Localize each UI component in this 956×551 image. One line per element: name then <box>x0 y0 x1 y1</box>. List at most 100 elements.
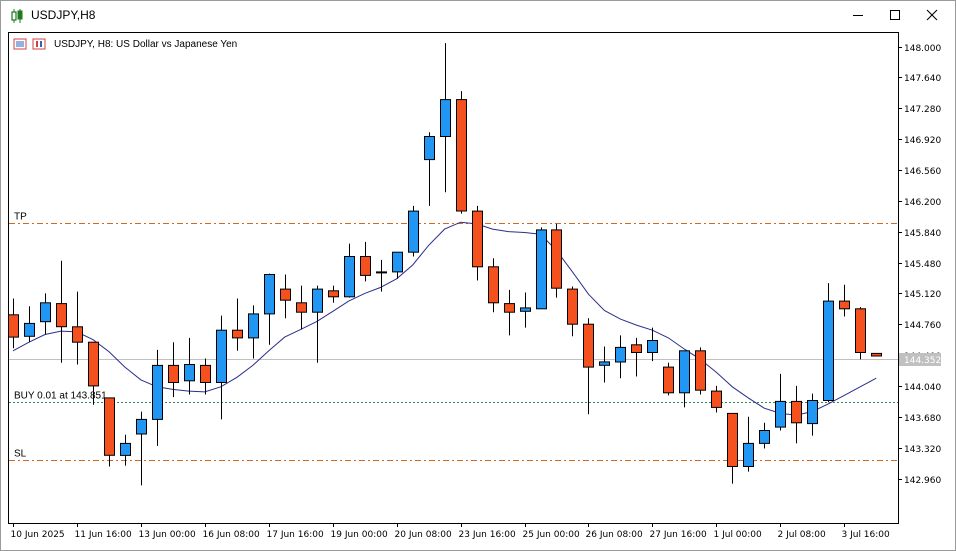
candle[interactable] <box>695 347 706 395</box>
candle[interactable] <box>312 285 323 363</box>
x-tick-label: 20 Jun 08:00 <box>395 530 452 540</box>
candle-body <box>839 300 850 310</box>
candle[interactable] <box>280 274 291 319</box>
candle[interactable] <box>663 362 674 396</box>
candle[interactable] <box>583 318 594 415</box>
minimize-button[interactable] <box>841 1 875 32</box>
candle-body <box>168 364 179 383</box>
candle[interactable] <box>104 397 115 467</box>
candle[interactable] <box>743 416 754 472</box>
candle[interactable] <box>839 284 850 317</box>
candle-body <box>456 99 467 212</box>
candle[interactable] <box>328 285 339 303</box>
candle[interactable] <box>456 91 467 214</box>
candle[interactable] <box>520 292 531 328</box>
candle-body <box>791 400 802 424</box>
candle[interactable] <box>855 307 866 360</box>
candle[interactable] <box>807 393 818 436</box>
candle[interactable] <box>472 205 483 281</box>
candle[interactable] <box>56 260 67 363</box>
y-tick-label: 146.920 <box>904 136 941 146</box>
candle[interactable] <box>232 298 243 351</box>
chart-list-icon <box>13 38 27 50</box>
candle[interactable] <box>360 241 371 282</box>
candle[interactable] <box>248 305 259 359</box>
candle[interactable] <box>376 259 387 292</box>
candle-body <box>711 390 722 408</box>
candle[interactable] <box>615 335 626 379</box>
candle[interactable] <box>504 289 515 336</box>
candle[interactable] <box>536 227 547 310</box>
y-tick-label: 146.200 <box>904 198 941 208</box>
tp-level-label: TP <box>14 212 27 223</box>
candle[interactable] <box>727 412 738 484</box>
candle[interactable] <box>775 373 786 431</box>
candle-body <box>216 329 227 384</box>
x-tick-label: 10 Jun 2025 <box>11 530 65 540</box>
candle-body <box>376 271 387 274</box>
price-chart[interactable]: TPSLBUY 0.01 at 143.851 148.000147.64014… <box>8 32 949 550</box>
candle[interactable] <box>647 327 658 362</box>
candle[interactable] <box>679 350 690 408</box>
candle[interactable] <box>24 306 35 343</box>
candle-body <box>520 307 531 312</box>
candle-body <box>855 308 866 353</box>
candle-body <box>248 313 259 339</box>
title-bar[interactable]: USDJPY,H8 <box>1 1 955 32</box>
x-tick-label: 26 Jun 08:00 <box>586 530 643 540</box>
candle[interactable] <box>631 337 642 377</box>
candle[interactable] <box>871 352 882 357</box>
candle-body <box>152 364 163 420</box>
candle-body <box>536 229 547 310</box>
candle[interactable] <box>823 283 834 403</box>
y-tick-label: 145.120 <box>904 290 941 300</box>
candle[interactable] <box>136 411 147 486</box>
candle-body <box>647 340 658 353</box>
candle-body <box>296 302 307 313</box>
candle-body <box>120 442 131 456</box>
candle[interactable] <box>216 315 227 420</box>
candle[interactable] <box>184 337 195 395</box>
candle-body <box>504 303 515 313</box>
chart-header-text: USDJPY, H8: US Dollar vs Japanese Yen <box>54 39 237 50</box>
candle[interactable] <box>40 293 51 335</box>
maximize-button[interactable] <box>878 1 912 32</box>
x-tick-label: 3 Jul 16:00 <box>842 530 891 540</box>
candle-body <box>440 99 451 137</box>
candle-body <box>360 256 371 276</box>
candle-body <box>184 364 195 382</box>
x-tick-label: 19 Jun 00:00 <box>331 530 388 540</box>
close-icon <box>926 8 938 26</box>
candle-body <box>679 350 690 394</box>
candle[interactable] <box>711 385 722 413</box>
candle-body <box>264 274 275 315</box>
candle[interactable] <box>599 346 610 383</box>
candle[interactable] <box>759 422 770 449</box>
candle[interactable] <box>344 243 355 298</box>
candle-body <box>583 323 594 368</box>
candle[interactable] <box>8 298 19 349</box>
candle[interactable] <box>264 273 275 345</box>
candle[interactable] <box>791 385 802 444</box>
candle[interactable] <box>72 291 83 365</box>
y-tick-label: 143.680 <box>904 414 941 424</box>
y-tick-label: 143.320 <box>904 445 941 455</box>
candle[interactable] <box>152 349 163 446</box>
chart-area[interactable]: TP SL BUY 0.01 at 143.851 148.000 147.640 14… <box>8 32 949 550</box>
candle[interactable] <box>551 223 562 298</box>
candle-body <box>40 302 51 323</box>
candle-body <box>344 256 355 298</box>
candle[interactable] <box>424 132 435 206</box>
y-tick-label: 144.760 <box>904 321 941 331</box>
candle[interactable] <box>440 43 451 193</box>
y-tick-label: 147.640 <box>904 74 941 84</box>
candle-body <box>472 210 483 268</box>
candle[interactable] <box>488 258 499 313</box>
close-button[interactable] <box>915 1 949 32</box>
candle-body <box>615 346 626 363</box>
candle[interactable] <box>567 286 578 337</box>
candle[interactable] <box>408 205 419 257</box>
candle[interactable] <box>200 358 211 395</box>
y-tick-label: 142.960 <box>904 476 941 486</box>
candle[interactable] <box>296 285 307 330</box>
